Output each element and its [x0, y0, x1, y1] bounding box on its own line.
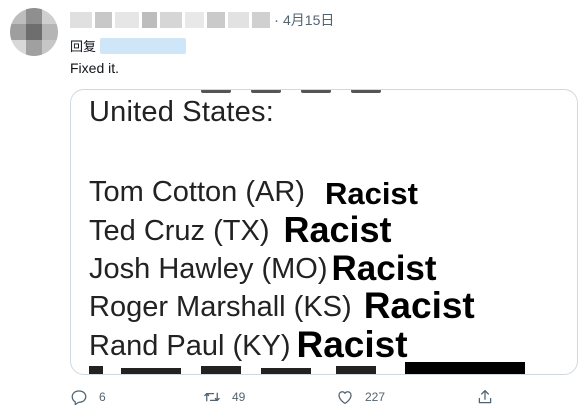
- like-icon: [338, 391, 352, 405]
- cropped-row-fragment: [89, 362, 525, 374]
- avatar[interactable]: [10, 8, 58, 56]
- cropped-text-fragment: [201, 90, 461, 93]
- senator-row: Roger Marshall (KS) Racist: [89, 284, 475, 324]
- senator-label: Racist: [296, 324, 408, 365]
- reply-icon: [71, 390, 87, 406]
- like-count: 227: [365, 390, 386, 404]
- image-heading: United States:: [89, 96, 274, 128]
- retweet-icon: [204, 392, 220, 402]
- retweet-count: 49: [232, 390, 246, 404]
- retweet-button[interactable]: 49: [203, 386, 245, 408]
- senator-name: Tom Cotton (AR): [89, 176, 305, 208]
- reply-prefix: 回复: [70, 39, 97, 54]
- tweet-image[interactable]: United States: Tom Cotton (AR) Racist Te…: [70, 89, 578, 375]
- reply-count: 6: [99, 390, 106, 404]
- reply-context: 回复: [70, 36, 187, 55]
- tweet[interactable]: · 4月15日 回复 Fixed it. United States: Tom …: [0, 0, 585, 411]
- like-button[interactable]: 227: [336, 386, 385, 408]
- author-name-redacted[interactable]: [70, 12, 270, 28]
- senator-name: Roger Marshall (KS): [89, 291, 352, 323]
- image-content: United States: Tom Cotton (AR) Racist Te…: [71, 90, 577, 374]
- senator-name: Ted Cruz (TX): [89, 215, 270, 247]
- senator-label: Racist: [324, 176, 418, 211]
- senator-row: Josh Hawley (MO) Racist: [89, 246, 437, 286]
- share-button[interactable]: [476, 386, 494, 408]
- senator-row: Tom Cotton (AR) Racist: [89, 169, 418, 209]
- senator-row: Ted Cruz (TX) Racist: [89, 208, 392, 248]
- senator-name: Josh Hawley (MO): [89, 253, 328, 285]
- senator-label: Racist: [283, 209, 392, 250]
- senator-row: Rand Paul (KY) Racist: [89, 323, 408, 363]
- tweet-header: · 4月15日: [70, 10, 334, 30]
- replied-user-redacted[interactable]: [100, 37, 187, 54]
- tweet-actions: 6 49 227: [70, 386, 500, 408]
- share-icon: [478, 389, 492, 404]
- senator-label: Racist: [331, 249, 437, 288]
- senator-name: Rand Paul (KY): [89, 330, 291, 362]
- tweet-text: Fixed it.: [70, 60, 120, 76]
- separator-dot: ·: [274, 11, 279, 29]
- senator-label: Racist: [363, 285, 475, 326]
- tweet-date[interactable]: 4月15日: [283, 10, 334, 30]
- reply-button[interactable]: 6: [70, 386, 106, 408]
